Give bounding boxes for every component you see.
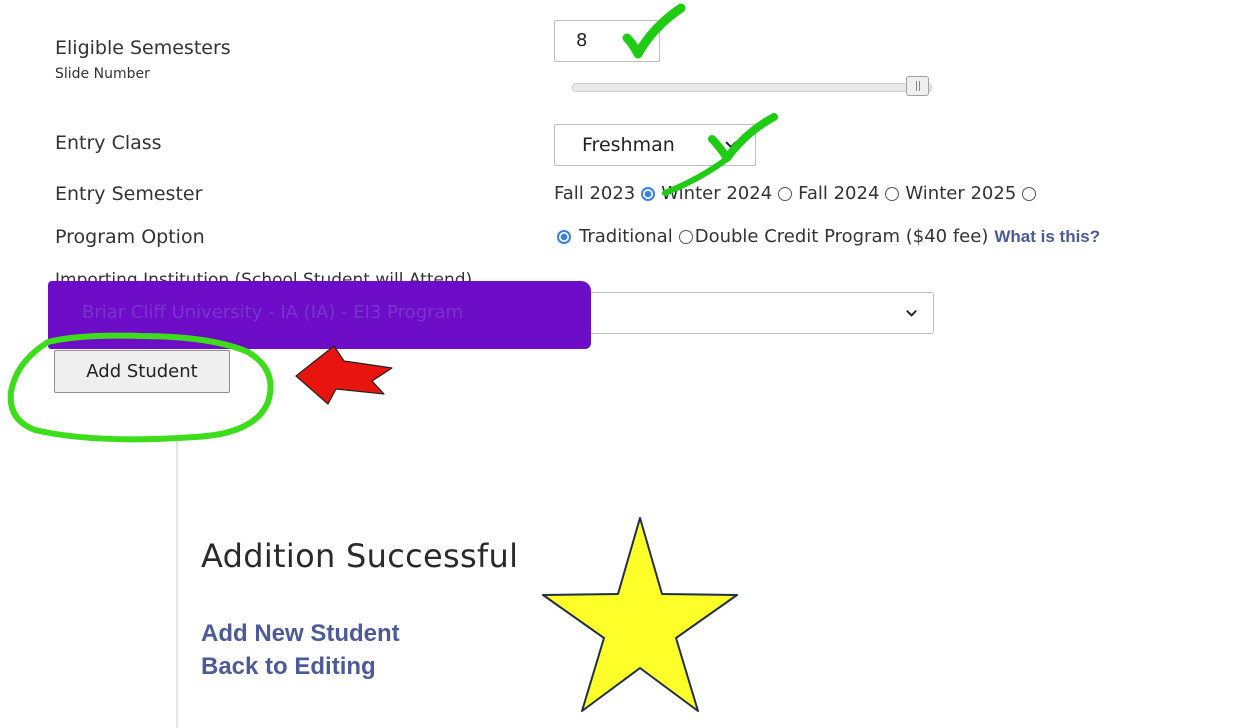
slide-number-label: Slide Number [55,66,150,82]
page: Eligible Semesters Slide Number 8 Entry … [0,0,1235,728]
program-option-options: Traditional Double Credit Program ($40 f… [557,226,1100,247]
program-radio-traditional[interactable] [557,229,571,244]
entry-class-label: Entry Class [55,132,162,154]
semester-radio-winter-2025[interactable] [1022,186,1037,201]
entry-semester-label: Entry Semester [55,183,203,205]
semester-option-label: Fall 2023 [554,183,636,204]
program-option-label: Double Credit Program ($40 fee) [694,226,989,247]
what-is-this-link[interactable]: What is this? [994,227,1100,247]
chevron-down-icon [725,141,737,149]
semester-radio-winter-2024[interactable] [778,186,793,201]
semesters-slider-track[interactable] [572,83,932,92]
semester-option-label: Winter 2024 [661,183,773,204]
back-to-editing-link[interactable]: Back to Editing [201,653,376,681]
chevron-down-icon [906,310,917,317]
arrow-left-icon [295,345,393,405]
semester-radio-fall-2023[interactable] [641,186,656,201]
program-radio-double-credit[interactable] [678,229,693,244]
star-icon [542,517,738,712]
success-title: Addition Successful [201,537,519,575]
program-option-label: Program Option [55,226,205,248]
semester-option-label: Winter 2025 [905,183,1017,204]
entry-class-value: Freshman [582,134,675,156]
semesters-slider-thumb[interactable] [906,76,929,96]
eligible-semesters-input[interactable]: 8 [554,20,660,62]
eligible-semesters-label: Eligible Semesters [55,37,231,59]
redacted-institution-text: Briar Cliff University - IA (IA) - EI3 P… [82,302,464,323]
result-divider [176,438,178,728]
semester-option-label: Fall 2024 [798,183,880,204]
add-new-student-link[interactable]: Add New Student [201,620,400,648]
program-option-label: Traditional [579,226,673,247]
entry-semester-options: Fall 2023 Winter 2024 Fall 2024 Winter 2… [554,183,1037,204]
entry-class-select[interactable]: Freshman [554,124,756,166]
semester-radio-fall-2024[interactable] [885,186,900,201]
add-student-button[interactable]: Add Student [54,350,230,393]
